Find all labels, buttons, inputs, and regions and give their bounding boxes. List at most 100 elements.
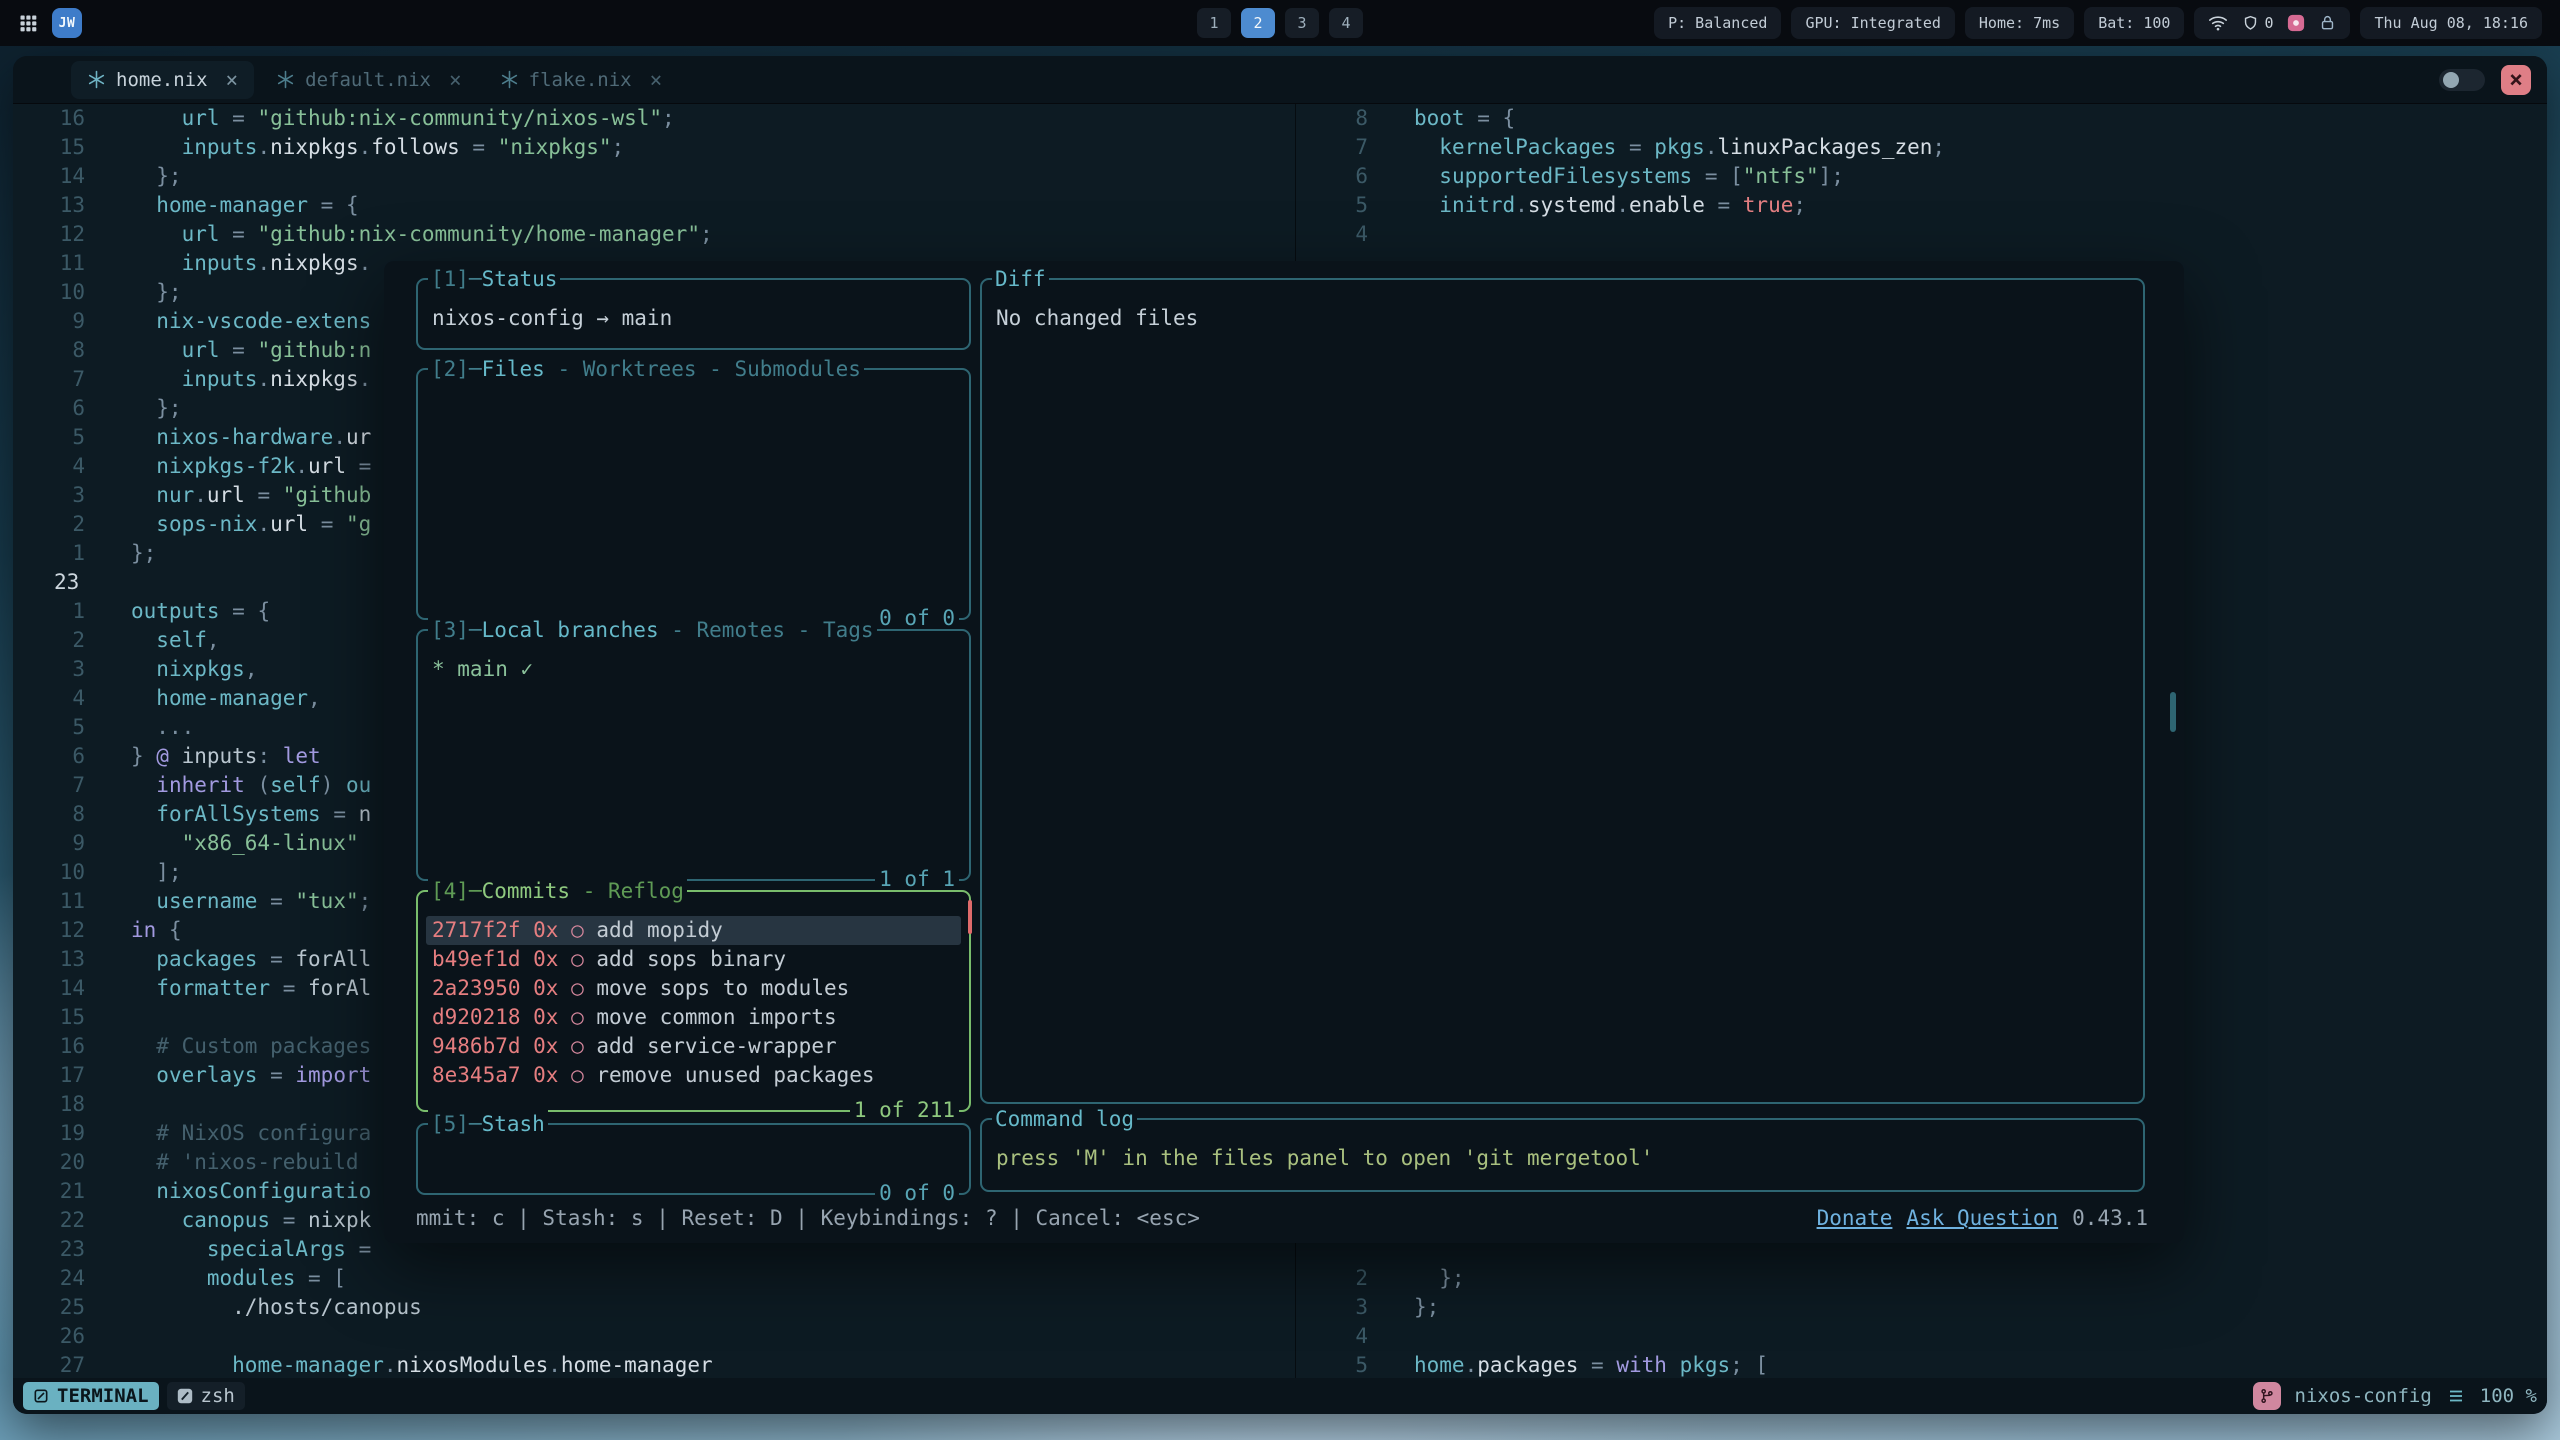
line-number: 15 (13, 133, 85, 162)
tab-close-icon[interactable]: × (650, 68, 663, 92)
line-number: 24 (13, 1264, 85, 1293)
line-number: 3 (13, 481, 85, 510)
line-number: 14 (13, 162, 85, 191)
code-line: 14 }; (13, 162, 1295, 191)
tab-bar: home.nix×default.nix× flake.nix × × (13, 56, 2547, 104)
commits-scrollbar[interactable] (968, 900, 972, 934)
line-number: 21 (13, 1177, 85, 1206)
commit-row[interactable]: 9486b7d 0x ○ add service-wrapper (426, 1032, 961, 1061)
apps-grid-icon[interactable] (18, 13, 38, 33)
tray-app-icon[interactable] (2287, 14, 2305, 32)
tab-default.nix[interactable]: default.nix× (260, 61, 478, 99)
lock-icon[interactable] (2319, 14, 2336, 32)
toggle-knob (2443, 72, 2459, 88)
line-number: 2 (13, 510, 85, 539)
git-badge[interactable] (2253, 1382, 2281, 1410)
terminal-scrollbar[interactable] (2170, 692, 2176, 732)
tab-home.nix[interactable]: home.nix× (71, 61, 254, 99)
line-number: 22 (13, 1206, 85, 1235)
commit-row[interactable]: 8e345a7 0x ○ remove unused packages (426, 1061, 961, 1090)
lazygit-panel-branches[interactable]: [3]─Local branches - Remotes - Tags * ma… (416, 629, 971, 881)
workspace-3[interactable]: 3 (1285, 8, 1319, 38)
line-number: 5 (13, 423, 85, 452)
volume-level[interactable]: 100 % (2480, 1385, 2537, 1407)
line-number: 2 (1296, 1264, 1368, 1293)
line-number: 13 (13, 191, 85, 220)
commit-row[interactable]: d920218 0x ○ move common imports (426, 1003, 961, 1032)
command-log-message: press 'M' in the files panel to open 'gi… (996, 1144, 2129, 1173)
workspace-4[interactable]: 4 (1329, 8, 1363, 38)
terminal-pane-icon (33, 1388, 49, 1404)
status-segment[interactable]: Home: 7ms (1965, 7, 2074, 39)
window-close-button[interactable]: × (2501, 65, 2531, 95)
status-segment[interactable]: Bat: 100 (2084, 7, 2184, 39)
line-number: 17 (13, 1061, 85, 1090)
wifi-icon[interactable] (2208, 14, 2228, 32)
code-line: 2 }; (1296, 1264, 2547, 1293)
tab-flake.nix[interactable]: flake.nix × (484, 61, 679, 99)
git-branch-icon (2259, 1388, 2275, 1404)
workspace-1[interactable]: 1 (1197, 8, 1231, 38)
commit-row[interactable]: 2a23950 0x ○ move sops to modules (426, 974, 961, 1003)
code-line: 27 home-manager.nixosModules.home-manage… (13, 1351, 1295, 1378)
code-line: 4 (1296, 1322, 2547, 1351)
workspace-switcher: 1234 (1197, 8, 1363, 38)
lazygit-panel-files[interactable]: [2]─Files - Worktrees - Submodules 0 of … (416, 368, 971, 620)
layout-toggle[interactable] (2439, 69, 2485, 91)
line-number: 11 (13, 249, 85, 278)
lazygit-panel-command-log[interactable]: Command log press 'M' in the files panel… (980, 1118, 2145, 1192)
line-number: 4 (13, 684, 85, 713)
diff-message: No changed files (996, 304, 2129, 333)
line-number: 27 (13, 1351, 85, 1378)
line-number: 10 (13, 858, 85, 887)
slash-icon (177, 1388, 193, 1404)
lazygit-panel-stash[interactable]: [5]─Stash 0 of 0 (416, 1123, 971, 1195)
line-number: 18 (13, 1090, 85, 1119)
commit-row[interactable]: 2717f2f 0x ○ add mopidy (426, 916, 961, 945)
clock[interactable]: Thu Aug 08, 18:16 (2360, 7, 2542, 39)
status-segment[interactable]: GPU: Integrated (1791, 7, 1954, 39)
top-bar: JW 1234 P: Balanced GPU: Integrated Home: … (0, 0, 2560, 46)
code-line: 13 home-manager = { (13, 191, 1295, 220)
code-line: 5 initrd.systemd.enable = true; (1296, 191, 2547, 220)
terminal-mode-badge[interactable]: TERMINAL (23, 1382, 159, 1410)
shield-icon[interactable]: 0 (2242, 14, 2273, 32)
lazygit-panel-status[interactable]: [1]─Status nixos-config → main (416, 278, 971, 350)
line-number: 9 (13, 307, 85, 336)
code-line: 25 ./hosts/canopus (13, 1293, 1295, 1322)
repo-branch-status: nixos-config → main (432, 304, 955, 333)
status-segment[interactable]: P: Balanced (1654, 7, 1781, 39)
keybindings-hint: mmit: c | Stash: s | Reset: D | Keybindi… (416, 1204, 1200, 1233)
donate-link[interactable]: Donate (1817, 1206, 1893, 1230)
repo-name[interactable]: nixos-config (2295, 1385, 2432, 1407)
line-number: 16 (13, 104, 85, 133)
nix-file-icon (276, 70, 295, 89)
line-number: 4 (1296, 1322, 1368, 1351)
list-icon[interactable] (2446, 1387, 2466, 1405)
lazygit-version: 0.43.1 (2072, 1206, 2148, 1230)
commit-row[interactable]: b49ef1d 0x ○ add sops binary (426, 945, 961, 974)
lazygit-panel-commits[interactable]: [4]─Commits - Reflog 2717f2f 0x ○ add mo… (416, 890, 971, 1112)
code-line: 6 supportedFilesystems = ["ntfs"]; (1296, 162, 2547, 191)
line-number: 8 (13, 336, 85, 365)
line-number: 5 (1296, 191, 1368, 220)
tab-close-icon[interactable]: × (226, 68, 239, 92)
line-number: 25 (13, 1293, 85, 1322)
code-line: 15 inputs.nixpkgs.follows = "nixpkgs"; (13, 133, 1295, 162)
line-number: 1 (13, 597, 85, 626)
system-tray[interactable]: 0 (2194, 7, 2350, 39)
workspace-2[interactable]: 2 (1241, 8, 1275, 38)
line-number: 8 (13, 800, 85, 829)
app-badge[interactable]: JW (52, 8, 82, 38)
code-line: 26 (13, 1322, 1295, 1351)
code-line: 24 modules = [ (13, 1264, 1295, 1293)
tab-close-icon[interactable]: × (449, 68, 462, 92)
tab-label: flake.nix (529, 69, 632, 91)
code-line: 4 (1296, 220, 2547, 249)
shell-badge[interactable]: zsh (167, 1382, 245, 1410)
ask-question-link[interactable]: Ask Question (1906, 1206, 2058, 1230)
line-number: 6 (13, 394, 85, 423)
branch-row[interactable]: * main ✓ (432, 655, 955, 684)
lazygit-panel-diff[interactable]: Diff No changed files (980, 278, 2145, 1104)
tab-strip: home.nix×default.nix× flake.nix × (29, 61, 678, 99)
